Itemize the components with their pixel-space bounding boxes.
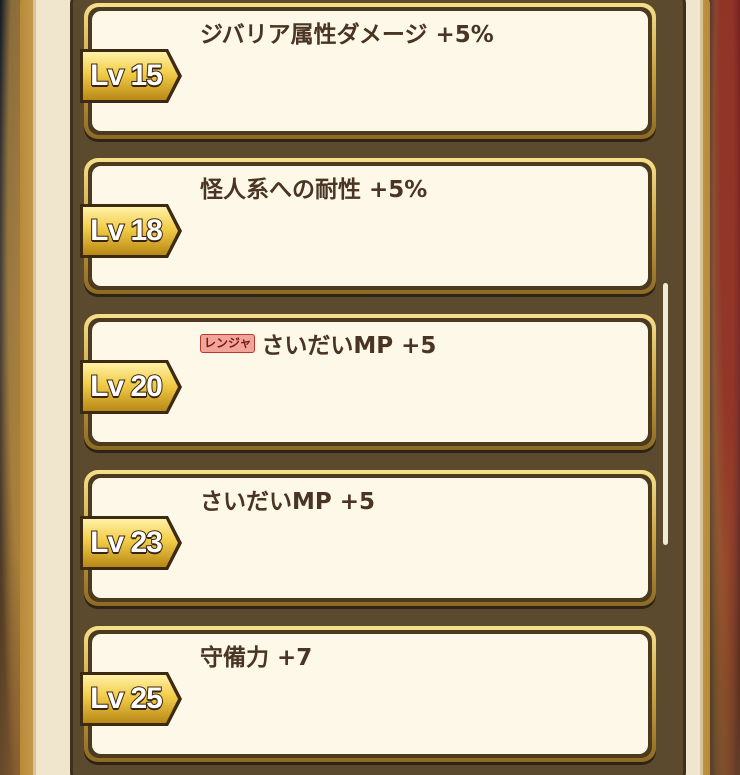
skill-panel-scene: ジバリア属性ダメージ +5% Lv 15 怪人系への耐性 +5% Lv 18 レ…	[0, 0, 740, 775]
skill-entry-lv20: レンジャ さいだいMP +5 Lv 20	[80, 314, 660, 454]
level-badge: Lv 25	[78, 668, 186, 730]
skill-description: 怪人系への耐性 +5%	[200, 177, 428, 203]
level-badge: Lv 23	[78, 512, 186, 574]
level-label: Lv 25	[89, 681, 164, 716]
level-label: Lv 23	[89, 525, 164, 560]
skill-entry-lv15: ジバリア属性ダメージ +5% Lv 15	[80, 3, 660, 143]
background-right	[710, 0, 740, 775]
skill-entry-lv23: さいだいMP +5 Lv 23	[80, 470, 660, 610]
skill-description: 守備力 +7	[200, 645, 313, 671]
level-badge: Lv 18	[78, 200, 186, 262]
level-badge: Lv 15	[78, 45, 186, 107]
level-label: Lv 15	[89, 58, 164, 93]
skill-description: レンジャ さいだいMP +5	[200, 326, 436, 360]
skill-description: ジバリア属性ダメージ +5%	[200, 22, 494, 48]
level-label: Lv 18	[89, 213, 164, 248]
skill-entry-lv25: 守備力 +7 Lv 25	[80, 626, 660, 766]
job-tag: レンジャ	[200, 333, 256, 353]
scrollbar[interactable]	[663, 283, 668, 545]
level-badge: Lv 20	[78, 356, 186, 418]
level-label: Lv 20	[89, 369, 164, 404]
skill-entry-lv18: 怪人系への耐性 +5% Lv 18	[80, 158, 660, 298]
skill-description: さいだいMP +5	[200, 489, 376, 515]
